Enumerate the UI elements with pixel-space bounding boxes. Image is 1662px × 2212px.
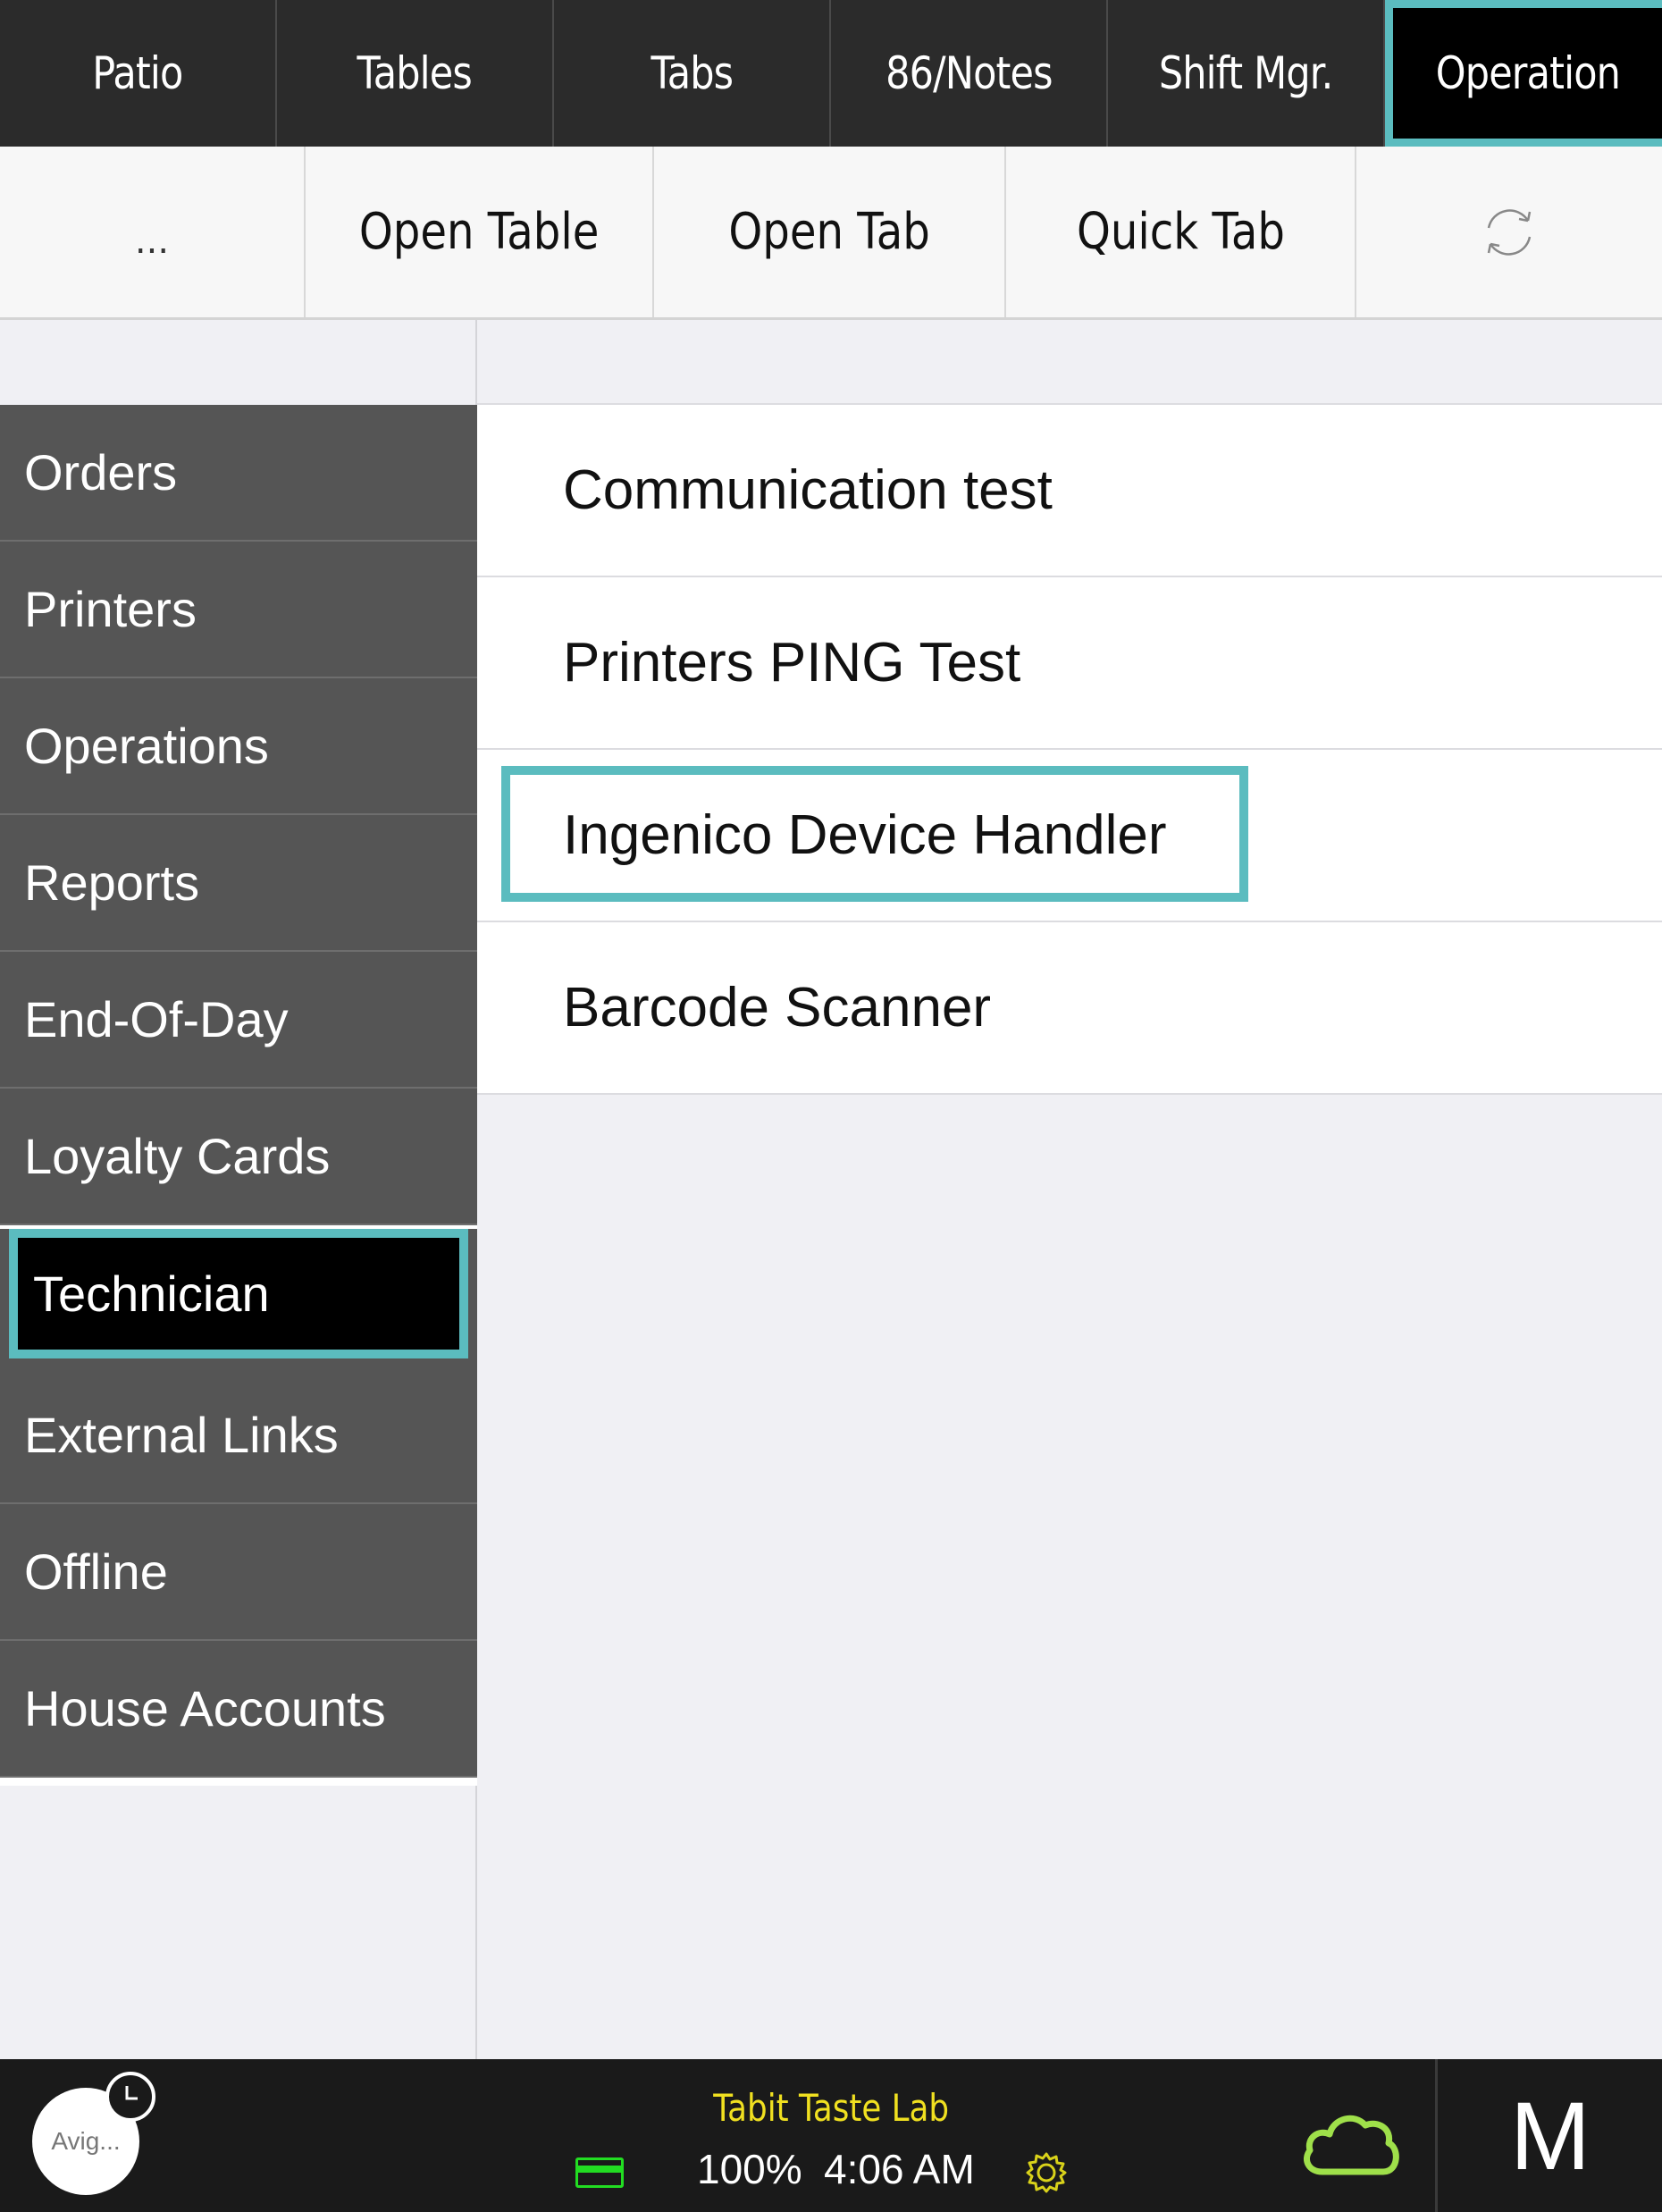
credit-card-icon <box>575 2157 624 2188</box>
restaurant-name: Tabit Taste Lab <box>713 2086 949 2130</box>
sidebar-item-printers[interactable]: Printers <box>0 542 477 678</box>
sidebar-item-operations[interactable]: Operations <box>0 678 477 815</box>
sidebar-item-label: Reports <box>24 854 200 911</box>
tab-patio[interactable]: Patio <box>0 0 277 147</box>
list-item-label: Communication test <box>563 459 1053 521</box>
sidebar-item-technician[interactable]: Technician <box>9 1229 468 1358</box>
clock-icon <box>105 2072 155 2122</box>
tab-label: Patio <box>92 47 183 99</box>
open-table-label: Open Table <box>358 203 600 261</box>
current-time: 4:06 AM <box>824 2146 975 2192</box>
tab-operation[interactable]: Operation <box>1385 0 1662 147</box>
sidebar-item-orders[interactable]: Orders <box>0 405 477 542</box>
list-item-barcode-scanner[interactable]: Barcode Scanner <box>477 922 1662 1095</box>
sidebar-item-label: Technician <box>33 1266 270 1322</box>
technician-panel: Communication test Printers PING Test In… <box>477 320 1662 2059</box>
sidebar-item-label: Printers <box>24 581 197 637</box>
list-item-communication-test[interactable]: Communication test <box>477 405 1662 577</box>
more-button[interactable]: ... <box>0 147 306 317</box>
sidebar-item-external-links[interactable]: External Links <box>0 1367 477 1504</box>
user-initial-button[interactable]: M <box>1439 2059 1662 2212</box>
list-item-label: Ingenico Device Handler <box>563 804 1167 866</box>
action-bar: ... Open Table Open Tab Quick Tab <box>0 147 1662 320</box>
refresh-icon <box>1487 208 1532 256</box>
open-tab-label: Open Tab <box>728 203 930 261</box>
sidebar-item-label: Offline <box>24 1543 168 1600</box>
status-bar: Avig... Tabit Taste Lab 100% 4:06 AM M <box>0 2059 1662 2212</box>
sidebar-item-technician-wrapper: Technician <box>0 1229 477 1367</box>
tab-label: Shift Mgr. <box>1158 47 1333 99</box>
quick-tab-button[interactable]: Quick Tab <box>1006 147 1356 317</box>
more-label: ... <box>134 220 170 262</box>
open-tab-button[interactable]: Open Tab <box>654 147 1006 317</box>
tab-tabs[interactable]: Tabs <box>554 0 831 147</box>
status-divider <box>1435 2059 1438 2212</box>
sidebar: Orders Printers Operations Reports End-O… <box>0 405 477 1778</box>
sidebar-item-label: End-Of-Day <box>24 991 289 1047</box>
settings-gear-icon[interactable] <box>1022 2149 1070 2197</box>
tab-tables[interactable]: Tables <box>277 0 554 147</box>
tab-86-notes[interactable]: 86/Notes <box>831 0 1108 147</box>
sidebar-item-label: Operations <box>24 718 269 774</box>
sidebar-item-house-accounts[interactable]: House Accounts <box>0 1641 477 1778</box>
battery-level: 100% <box>697 2146 802 2192</box>
top-nav-bar: Patio Tables Tabs 86/Notes Shift Mgr. Op… <box>0 0 1662 147</box>
list-item-label: Barcode Scanner <box>563 977 992 1039</box>
sidebar-item-loyalty-cards[interactable]: Loyalty Cards <box>0 1089 477 1225</box>
cloud-icon[interactable] <box>1297 2102 1405 2183</box>
tab-label: Tabs <box>651 47 734 99</box>
sidebar-item-label: House Accounts <box>24 1680 386 1737</box>
list-item-ingenico-device-handler[interactable]: Ingenico Device Handler <box>477 750 1662 922</box>
sidebar-empty-area <box>0 1786 477 2059</box>
panel-header-strip <box>477 320 1662 405</box>
sidebar-item-reports[interactable]: Reports <box>0 815 477 952</box>
list-item-printers-ping-test[interactable]: Printers PING Test <box>477 577 1662 750</box>
tab-label: 86/Notes <box>885 47 1053 99</box>
open-table-button[interactable]: Open Table <box>306 147 654 317</box>
sidebar-item-label: External Links <box>24 1407 339 1463</box>
user-short-name: Avig... <box>51 2127 121 2155</box>
sidebar-item-offline[interactable]: Offline <box>0 1504 477 1641</box>
sidebar-item-end-of-day[interactable]: End-Of-Day <box>0 952 477 1089</box>
list-item-label: Printers PING Test <box>563 632 1021 694</box>
tab-shift-mgr[interactable]: Shift Mgr. <box>1108 0 1385 147</box>
tab-label: Tables <box>357 47 473 99</box>
sidebar-item-label: Loyalty Cards <box>24 1128 331 1184</box>
refresh-button[interactable] <box>1356 147 1662 317</box>
tab-label: Operation <box>1435 47 1620 99</box>
quick-tab-label: Quick Tab <box>1076 203 1285 261</box>
sidebar-header-strip <box>0 320 477 405</box>
sidebar-item-label: Orders <box>24 444 178 500</box>
